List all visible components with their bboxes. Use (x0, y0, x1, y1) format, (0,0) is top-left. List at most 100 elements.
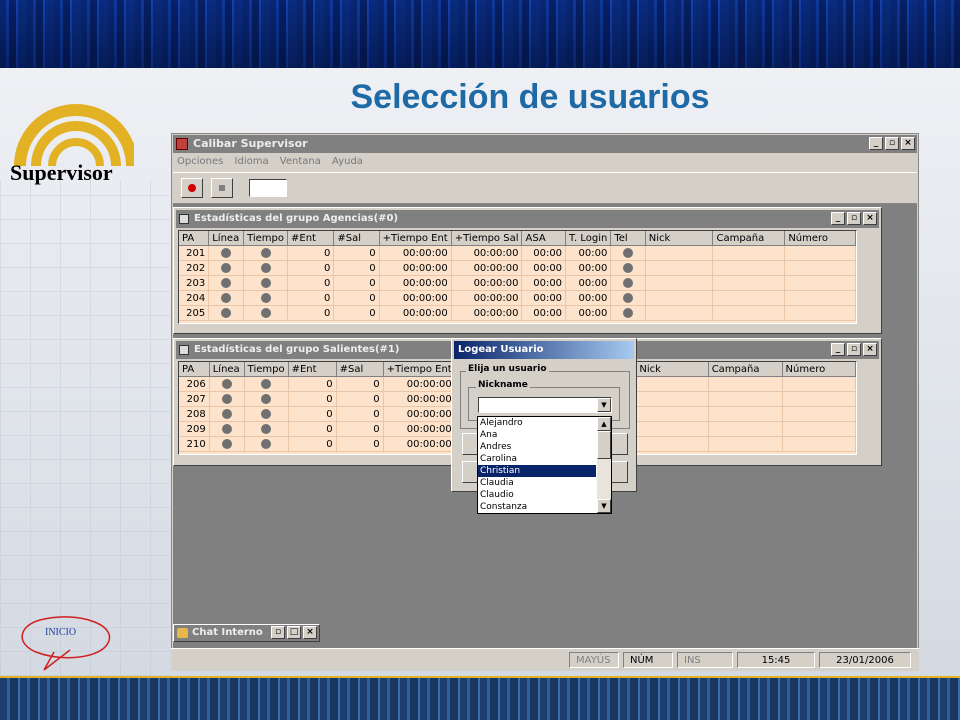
col-tel[interactable]: Tel (610, 231, 646, 246)
window-icon (179, 214, 189, 224)
minimize-icon[interactable]: _ (869, 137, 883, 150)
line-status-icon (221, 277, 232, 288)
col-numero[interactable]: Número (784, 231, 856, 246)
scrollbar-thumb[interactable] (597, 431, 611, 459)
list-item[interactable]: Claudia (478, 477, 596, 489)
list-item[interactable]: Constanza (478, 501, 596, 513)
nickname-dropdown-list[interactable]: Alejandro Ana Andres Carolina Christian … (477, 416, 612, 514)
table-row[interactable]: 202 0 0 00:00:00 00:00:00 00:00 00:00 (179, 260, 856, 276)
col-ent[interactable]: #Ent (287, 231, 335, 246)
list-item[interactable]: Andres (478, 441, 596, 453)
menu-idioma[interactable]: Idioma (235, 154, 269, 170)
maximize-icon[interactable]: ▫ (885, 137, 899, 150)
menu-opciones[interactable]: Opciones (177, 154, 223, 170)
cell-pa: 205 (179, 305, 210, 321)
col-tiempo[interactable]: Tiempo (243, 231, 289, 246)
close-icon[interactable]: × (901, 137, 915, 150)
login-dialog-title[interactable]: Logear Usuario (454, 341, 634, 359)
menu-ventana[interactable]: Ventana (280, 154, 321, 170)
cell-pa: 210 (179, 436, 210, 452)
table-row[interactable]: 204 0 0 00:00:00 00:00:00 00:00 00:00 (179, 290, 856, 306)
col-campana[interactable]: Campaña (712, 231, 786, 246)
col-login[interactable]: T. Login (565, 231, 612, 246)
restore-icon[interactable]: ▫ (271, 626, 285, 639)
maximize-icon[interactable]: ▫ (847, 212, 861, 225)
cell-login: 00:00 (565, 245, 612, 261)
list-item-selected[interactable]: Christian (478, 465, 596, 477)
list-item[interactable]: Alejandro (478, 417, 596, 429)
stop-icon (219, 185, 225, 191)
close-icon[interactable]: × (863, 212, 877, 225)
cell-tiempo-ent: 00:00:00 (379, 275, 452, 291)
close-icon[interactable]: × (863, 343, 877, 356)
dropdown-scrollbar[interactable]: ▲ ▼ (597, 417, 611, 513)
cell-campana (712, 305, 786, 321)
time-status-icon (261, 393, 272, 404)
caps-indicator: MAYÚS (569, 652, 619, 668)
home-link[interactable]: INICIO (45, 627, 76, 638)
cell-nick (645, 275, 714, 291)
phone-status-icon (623, 292, 634, 303)
col-asa[interactable]: ASA (521, 231, 567, 246)
col-campana[interactable]: Campaña (708, 362, 783, 377)
line-status-icon (221, 378, 232, 389)
time-status-icon (260, 307, 271, 318)
col-tiempo-ent[interactable]: +Tiempo Ent (383, 362, 456, 377)
col-nick[interactable]: Nick (645, 231, 714, 246)
line-status-icon (221, 307, 232, 318)
time-status-icon (260, 247, 271, 258)
chevron-down-icon[interactable]: ▼ (597, 398, 611, 412)
toolbar-field[interactable] (249, 179, 287, 197)
table-row[interactable]: 205 0 0 00:00:00 00:00:00 00:00 00:00 (179, 305, 856, 321)
line-status-icon (221, 423, 232, 434)
time-status-icon (261, 408, 272, 419)
col-nick[interactable]: Nick (635, 362, 709, 377)
maximize-icon[interactable]: □ (287, 626, 301, 639)
minimize-icon[interactable]: _ (831, 343, 845, 356)
chevron-down-icon[interactable]: ▼ (597, 499, 611, 513)
home-arrow-icon[interactable] (10, 612, 120, 672)
cell-campana (712, 245, 786, 261)
chat-window-minimized[interactable]: Chat Interno ▫ □ × (173, 624, 320, 642)
stop-button[interactable] (211, 178, 233, 198)
col-sal[interactable]: #Sal (333, 231, 380, 246)
table-row[interactable]: 201 0 0 00:00:00 00:00:00 00:00 00:00 (179, 245, 856, 261)
group-agencias-titlebar[interactable]: Estadísticas del grupo Agencias(#0) _ ▫ … (176, 210, 879, 228)
col-numero[interactable]: Número (782, 362, 857, 377)
cell-nick (645, 290, 714, 306)
cell-sal: 0 (333, 245, 380, 261)
list-item[interactable]: Carolina (478, 453, 596, 465)
cell-pa: 203 (179, 275, 210, 291)
nickname-combobox[interactable]: ▼ (478, 397, 612, 413)
time-status-icon (261, 378, 272, 389)
col-pa[interactable]: PA (179, 362, 210, 377)
table-row[interactable]: 203 0 0 00:00:00 00:00:00 00:00 00:00 (179, 275, 856, 291)
menu-ayuda[interactable]: Ayuda (332, 154, 363, 170)
list-item[interactable]: Claudio (478, 489, 596, 501)
cell-numero (784, 260, 856, 276)
col-ent[interactable]: #Ent (288, 362, 337, 377)
cell-campana (712, 260, 786, 276)
col-pa[interactable]: PA (179, 231, 210, 246)
maximize-icon[interactable]: ▫ (847, 343, 861, 356)
record-button[interactable] (181, 178, 203, 198)
chevron-up-icon[interactable]: ▲ (597, 417, 611, 431)
phone-status-icon (623, 247, 634, 258)
col-sal[interactable]: #Sal (336, 362, 384, 377)
minimize-icon[interactable]: _ (831, 212, 845, 225)
col-tiempo-sal[interactable]: +Tiempo Sal (451, 231, 523, 246)
cell-sal: 0 (336, 421, 384, 437)
col-tiempo[interactable]: Tiempo (244, 362, 289, 377)
cell-asa: 00:00 (521, 290, 567, 306)
col-tiempo-ent[interactable]: +Tiempo Ent (379, 231, 452, 246)
col-linea[interactable]: Línea (208, 231, 245, 246)
app-titlebar[interactable]: Calibar Supervisor _ ▫ × (173, 135, 917, 153)
time-status-icon (260, 292, 271, 303)
cell-tiempo-ent: 00:00:00 (379, 260, 452, 276)
list-item[interactable]: Ana (478, 429, 596, 441)
cell-tiempo-ent: 00:00:00 (383, 391, 456, 407)
cell-pa: 206 (179, 376, 210, 392)
close-icon[interactable]: × (303, 626, 317, 639)
col-linea[interactable]: Línea (209, 362, 245, 377)
cell-pa: 204 (179, 290, 210, 306)
